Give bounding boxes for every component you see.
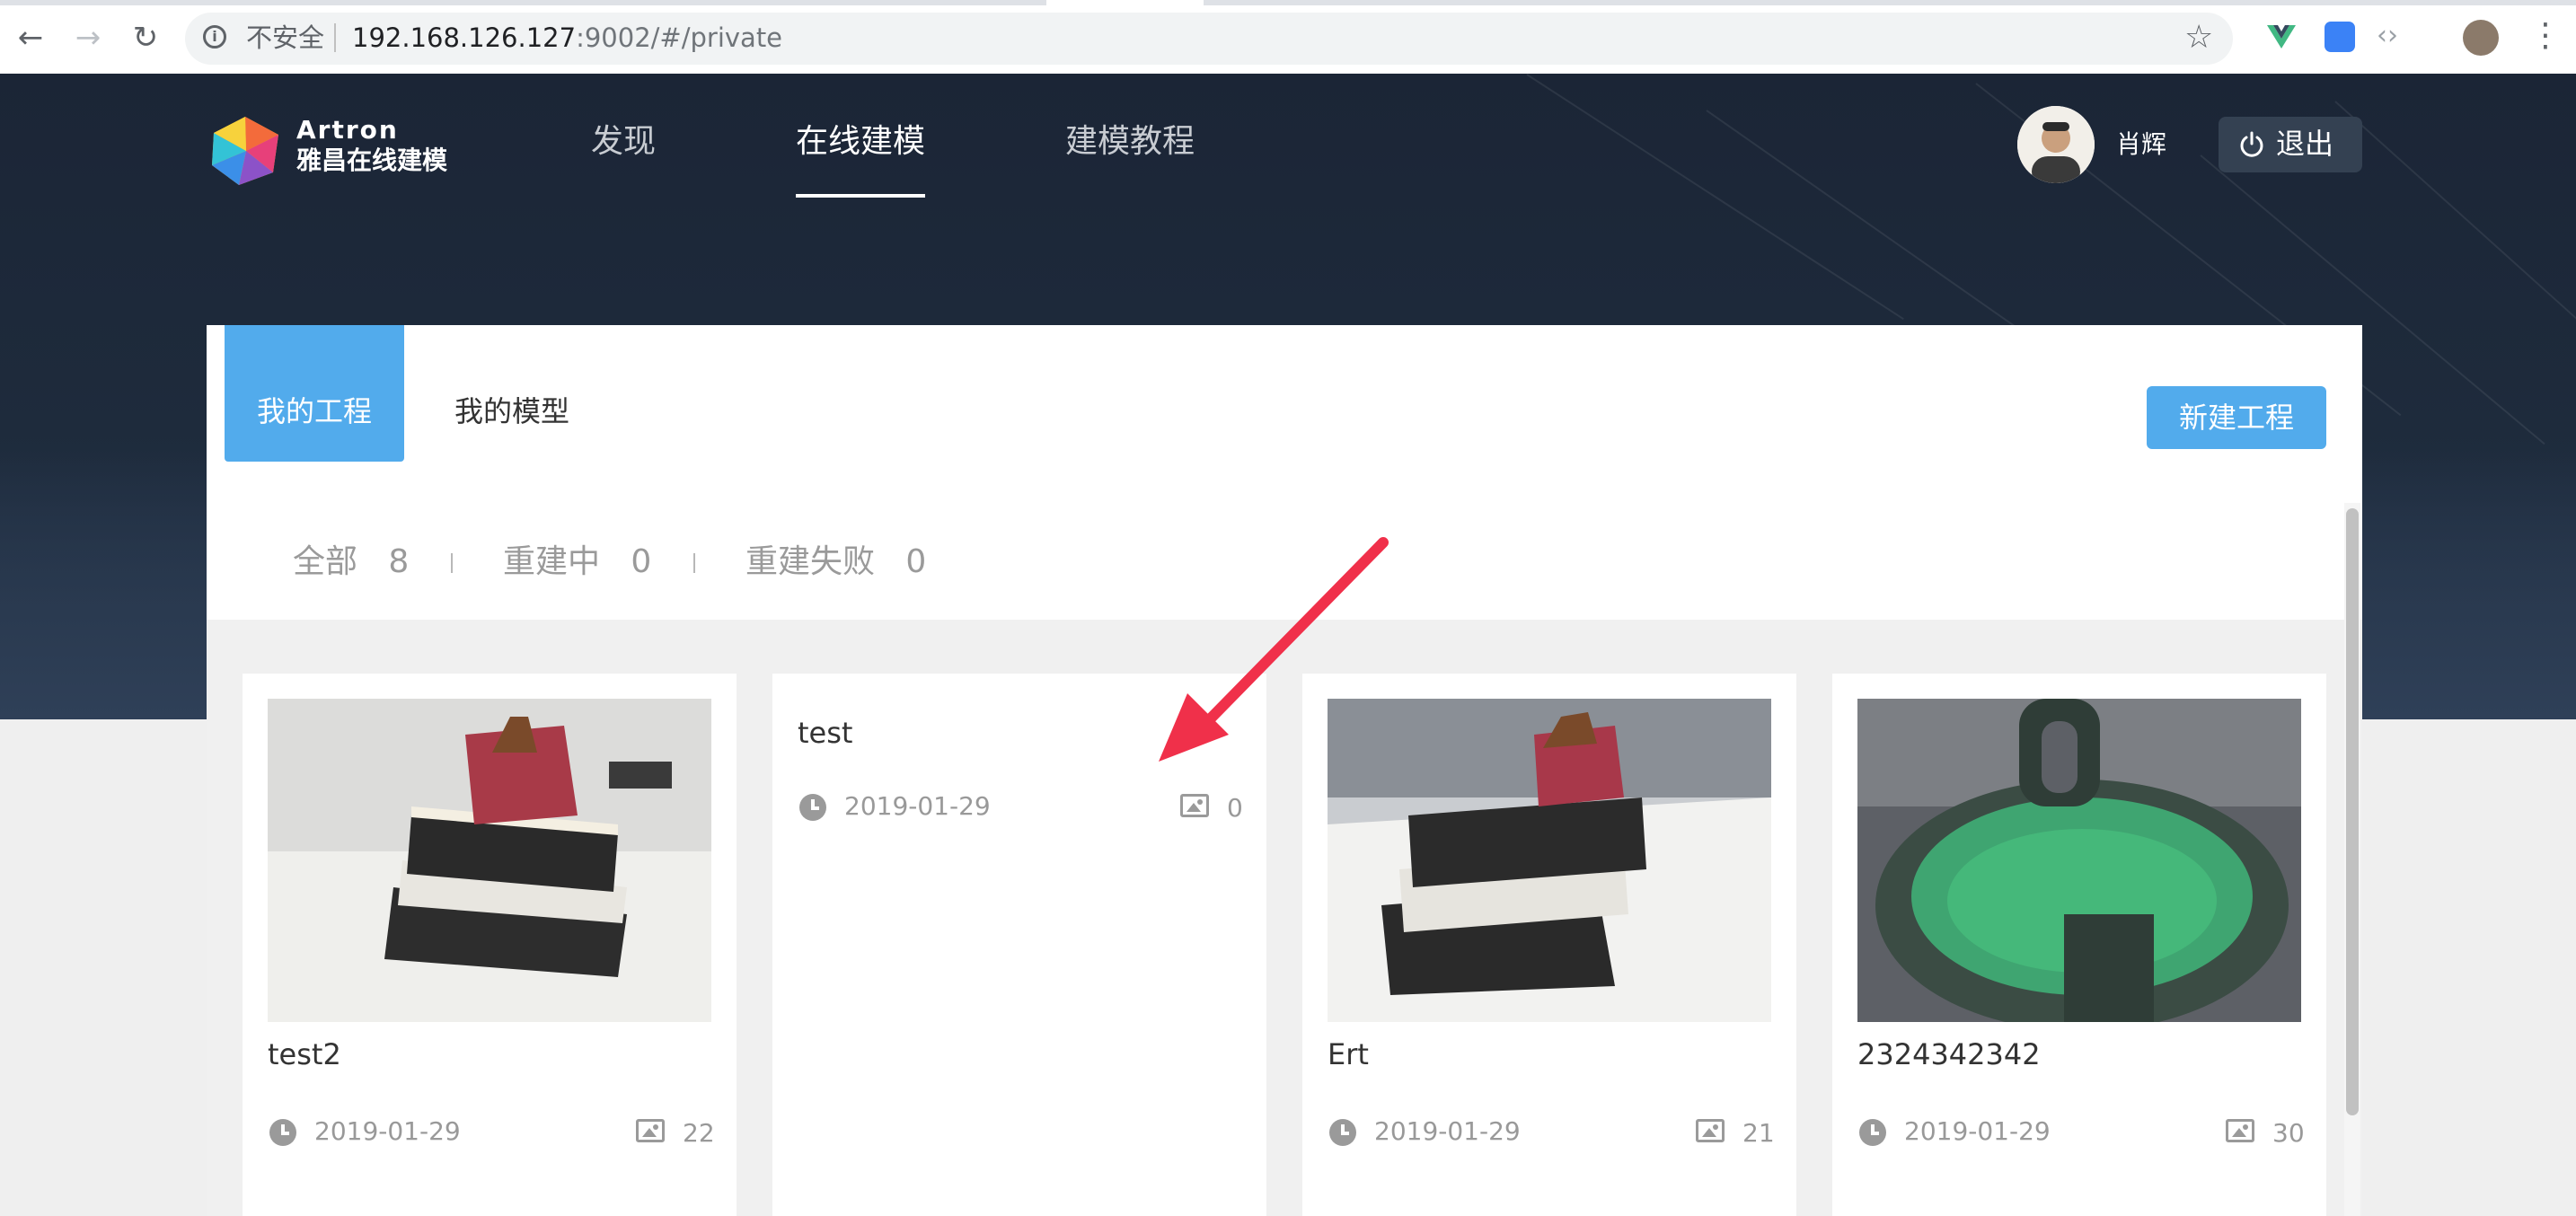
browser-menu-icon[interactable]: ⋮ — [2529, 16, 2562, 56]
user-name: 肖辉 — [2116, 129, 2167, 159]
image-icon — [1696, 1119, 1725, 1142]
image-count: 21 — [1742, 1118, 1775, 1148]
project-card[interactable]: 2324342342 2019-01-29 30 — [1832, 674, 2326, 1216]
clock-icon — [799, 794, 826, 821]
filter-divider — [693, 553, 695, 573]
filter-rebuilding-count: 0 — [631, 543, 652, 580]
project-thumbnail — [1857, 699, 2301, 1022]
project-thumbnail — [268, 699, 711, 1022]
image-icon — [1180, 794, 1209, 817]
filter-all[interactable]: 全部 8 — [293, 542, 409, 582]
forward-arrow-icon[interactable]: → — [70, 20, 106, 56]
project-date: 2019-01-29 — [844, 791, 991, 821]
url-text[interactable]: 192.168.126.127:9002/#/private — [352, 22, 782, 54]
project-title: Ert — [1328, 1037, 1369, 1071]
tab-my-projects[interactable]: 我的工程 — [225, 325, 404, 462]
brand-name: Artron — [296, 115, 399, 145]
code-extension-icon[interactable]: ‹› — [2377, 18, 2398, 54]
nav-online-modeling[interactable]: 在线建模 — [796, 120, 925, 163]
image-count: 30 — [2272, 1118, 2305, 1148]
project-date: 2019-01-29 — [314, 1116, 461, 1146]
power-icon — [2240, 131, 2263, 157]
annotation-arrow-icon — [1159, 537, 1389, 762]
filter-failed-count: 0 — [905, 543, 927, 580]
nav-tutorials[interactable]: 建模教程 — [1065, 120, 1195, 163]
image-icon — [2226, 1119, 2254, 1142]
filter-rebuilding-label: 重建中 — [503, 543, 601, 580]
project-title: test2 — [268, 1037, 341, 1071]
nav-discover[interactable]: 发现 — [591, 120, 656, 163]
filter-rebuilding[interactable]: 重建中 0 — [503, 542, 651, 582]
active-nav-indicator — [796, 194, 925, 198]
filter-divider — [451, 553, 453, 573]
project-card[interactable]: test2 2019-01-29 22 — [243, 674, 737, 1216]
user-avatar[interactable] — [2017, 106, 2095, 183]
project-title: 2324342342 — [1857, 1037, 2041, 1071]
artron-logo-icon — [212, 117, 278, 185]
brand-subtitle: 雅昌在线建模 — [296, 145, 448, 175]
logout-button[interactable]: 退出 — [2219, 117, 2362, 172]
tab-my-models[interactable]: 我的模型 — [413, 393, 611, 429]
insecure-label: 不安全 — [246, 22, 325, 53]
profile-avatar[interactable] — [2463, 20, 2499, 56]
filter-all-label: 全部 — [293, 543, 358, 580]
project-date: 2019-01-29 — [1374, 1116, 1521, 1146]
clock-icon — [1859, 1119, 1886, 1146]
new-project-button[interactable]: 新建工程 — [2147, 386, 2326, 449]
url-host: 192.168.126.127 — [352, 22, 577, 53]
tab-my-projects-label: 我的工程 — [256, 394, 372, 428]
tab-strip — [0, 0, 2576, 13]
scrollbar-thumb[interactable] — [2346, 508, 2359, 1115]
reload-icon[interactable]: ↻ — [128, 20, 163, 56]
info-icon[interactable]: i — [203, 25, 226, 48]
clock-icon — [269, 1119, 296, 1146]
url-path: :9002/#/private — [576, 22, 783, 53]
project-date: 2019-01-29 — [1904, 1116, 2051, 1146]
bookmark-star-icon[interactable]: ☆ — [2184, 20, 2213, 56]
filter-failed-label: 重建失败 — [745, 543, 876, 580]
filter-failed[interactable]: 重建失败 0 — [745, 542, 926, 582]
project-title: test — [798, 716, 853, 750]
vue-devtools-icon[interactable] — [2265, 20, 2298, 52]
clock-icon — [1329, 1119, 1356, 1146]
image-count: 0 — [1227, 793, 1243, 823]
address-separator — [334, 23, 336, 52]
image-icon — [636, 1119, 665, 1142]
back-arrow-icon[interactable]: ← — [13, 20, 49, 56]
extension-icon[interactable] — [2325, 22, 2355, 52]
image-count: 22 — [683, 1118, 715, 1148]
filter-all-count: 8 — [388, 543, 410, 580]
logout-label: 退出 — [2276, 127, 2334, 161]
